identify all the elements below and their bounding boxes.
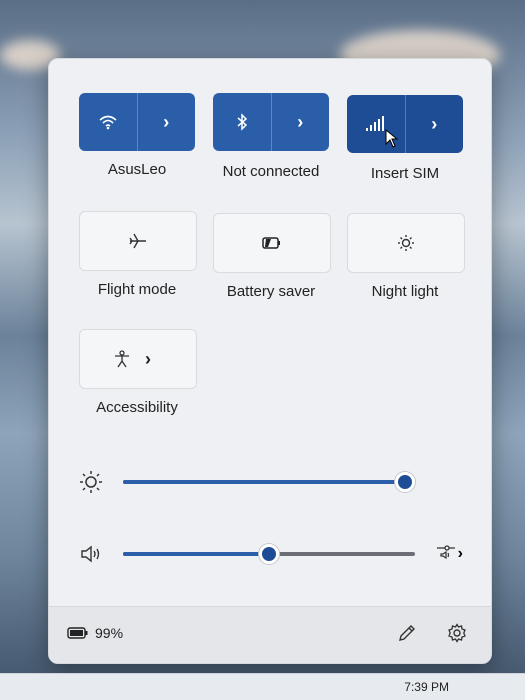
volume-row: › — [79, 539, 463, 569]
chevron-right-icon: › — [297, 111, 304, 132]
night-light-label: Night light — [371, 283, 439, 300]
volume-fill — [123, 552, 269, 556]
cellular-signal-icon — [365, 116, 387, 132]
battery-icon — [67, 627, 89, 639]
brightness-fill — [123, 480, 405, 484]
night-light-tile[interactable] — [347, 213, 465, 273]
pencil-icon — [397, 623, 417, 648]
cellular-tile[interactable]: › — [347, 95, 463, 153]
wifi-expand-button[interactable]: › — [136, 93, 196, 151]
bluetooth-toggle[interactable] — [213, 93, 271, 151]
bluetooth-tile[interactable]: › — [213, 93, 329, 151]
flight-mode-label: Flight mode — [97, 281, 177, 298]
quick-settings-footer: 99% — [49, 606, 491, 663]
accessibility-toggle[interactable] — [80, 330, 139, 388]
battery-saver-label: Battery saver — [226, 283, 316, 300]
battery-percent: 99% — [95, 625, 124, 641]
audio-output-icon — [435, 543, 457, 566]
battery-saver-icon — [261, 236, 283, 250]
cellular-expand-button[interactable]: › — [404, 95, 464, 153]
gear-icon — [447, 623, 467, 648]
battery-saver-tile[interactable] — [213, 213, 331, 273]
brightness-row — [79, 467, 461, 497]
wifi-tile[interactable]: › — [79, 93, 195, 151]
taskbar: 7:39 PM — [0, 673, 525, 700]
airplane-icon — [128, 232, 148, 250]
wifi-toggle[interactable] — [79, 93, 137, 151]
volume-thumb[interactable] — [259, 544, 279, 564]
quick-settings-panel: › AsusLeo › Not connected › Insert SIM F… — [48, 58, 492, 664]
bluetooth-expand-button[interactable]: › — [270, 93, 330, 151]
battery-status[interactable]: 99% — [67, 625, 123, 641]
chevron-right-icon: › — [163, 111, 170, 132]
accessibility-tile[interactable]: › — [79, 329, 197, 389]
bluetooth-icon — [236, 113, 248, 131]
night-light-icon — [397, 234, 415, 252]
audio-output-button[interactable]: › — [435, 543, 463, 566]
wifi-icon — [98, 114, 118, 130]
edit-button[interactable] — [397, 623, 417, 648]
cellular-label: Insert SIM — [370, 165, 440, 182]
chevron-right-icon: › — [431, 113, 438, 134]
brightness-thumb[interactable] — [395, 472, 415, 492]
speaker-icon[interactable] — [79, 544, 103, 564]
chevron-right-icon: › — [457, 545, 463, 562]
accessibility-expand-button[interactable]: › — [139, 330, 196, 388]
mouse-pointer-icon — [385, 128, 399, 154]
brightness-icon — [79, 470, 103, 494]
wifi-label: AsusLeo — [107, 161, 167, 178]
chevron-right-icon: › — [145, 348, 151, 369]
taskbar-clock[interactable]: 7:39 PM — [404, 680, 449, 694]
flight-mode-tile[interactable] — [79, 211, 197, 271]
settings-button[interactable] — [447, 623, 467, 648]
accessibility-icon — [113, 350, 131, 368]
bluetooth-label: Not connected — [222, 163, 320, 180]
accessibility-label: Accessibility — [96, 399, 178, 416]
